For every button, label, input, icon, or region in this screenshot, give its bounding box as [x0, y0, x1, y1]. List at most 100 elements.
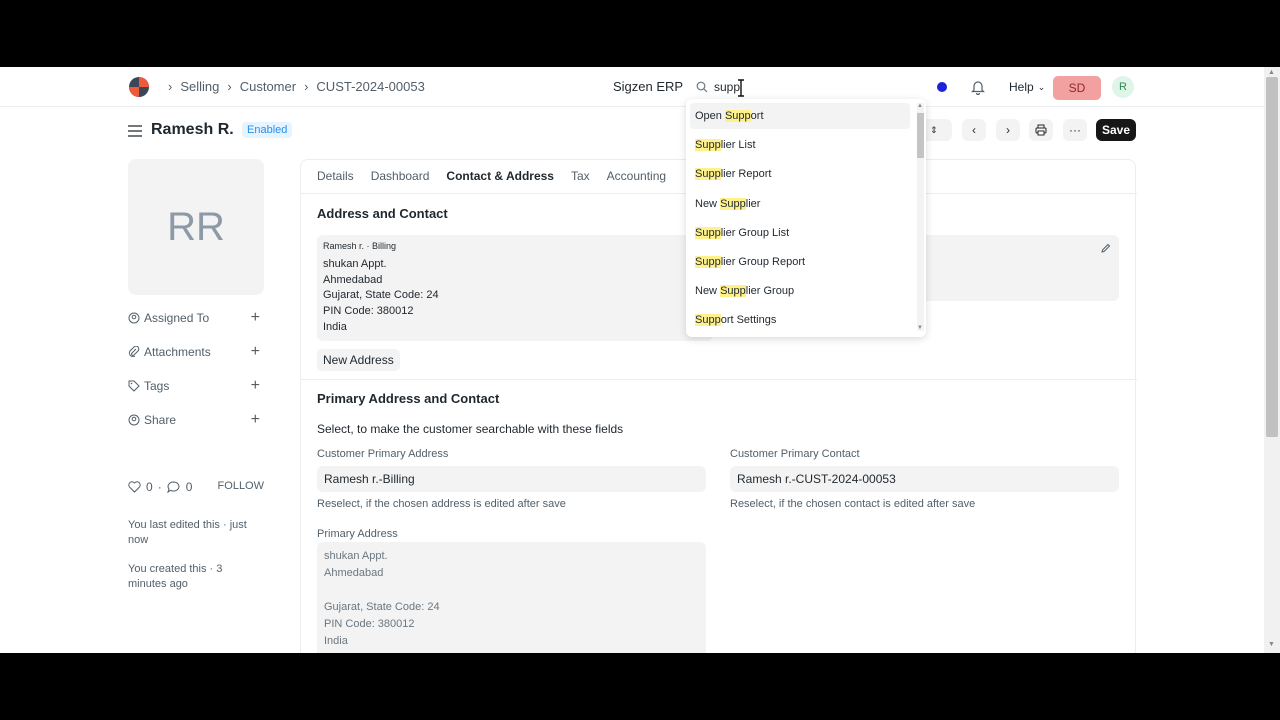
customer-primary-contact-input[interactable]: Ramesh r.-CUST-2024-00053 [730, 466, 1119, 492]
save-button[interactable]: Save [1096, 119, 1136, 141]
page-title: Ramesh R. [151, 121, 234, 138]
sidebar-tags[interactable]: Tags + [128, 369, 264, 403]
tab-dashboard[interactable]: Dashboard [371, 160, 430, 194]
tab-contact-address[interactable]: Contact & Address [446, 160, 554, 194]
assign-icon [128, 312, 140, 324]
brand-name: Sigzen ERP [613, 79, 684, 94]
scroll-up-arrow-icon[interactable]: ▲ [917, 103, 923, 109]
primary-address-textarea: shukan Appt. Ahmedabad Gujarat, State Co… [317, 542, 706, 653]
text-cursor-icon [738, 79, 744, 97]
menu-icon[interactable] [128, 125, 142, 137]
scroll-down-arrow-icon[interactable]: ▼ [1268, 641, 1275, 648]
share-icon [128, 414, 140, 426]
tab-details[interactable]: Details [317, 160, 354, 194]
section-divider [301, 379, 1137, 380]
search-result-item[interactable]: Supplier List [690, 132, 910, 158]
form-sidebar: RR Assigned To + Attachments + Tags + Sh… [128, 159, 264, 590]
help-dropdown[interactable]: Help ⌄ [1009, 80, 1045, 94]
print-button[interactable] [1029, 119, 1053, 141]
sidebar-attachments[interactable]: Attachments + [128, 335, 264, 369]
field-help: Reselect, if the chosen contact is edite… [730, 498, 976, 510]
chevron-right-icon: › [304, 79, 309, 94]
app-logo-icon[interactable] [128, 76, 150, 98]
tag-icon [128, 380, 140, 392]
plus-icon[interactable]: + [251, 411, 260, 429]
follow-button[interactable]: FOLLOW [218, 480, 264, 492]
tab-tax[interactable]: Tax [571, 160, 590, 194]
search-result-item[interactable]: New Supplier Group [690, 278, 910, 304]
comment-icon[interactable] [166, 481, 180, 493]
search-result-item[interactable]: New Supplier [690, 191, 910, 217]
new-address-button[interactable]: New Address [317, 349, 400, 371]
plus-icon[interactable]: + [251, 309, 260, 327]
created-text: You created this · 3 minutes ago [128, 563, 223, 590]
address-line: PIN Code: 380012 [323, 305, 414, 318]
search-icon [696, 81, 708, 93]
tab-accounting[interactable]: Accounting [607, 160, 666, 194]
company-badge[interactable]: SD [1053, 76, 1101, 100]
chevron-right-icon: › [1006, 123, 1010, 137]
page-header: Ramesh R. Enabled s ⇕ ‹ › ··· Save [128, 119, 1138, 149]
field-label: Primary Address [317, 528, 398, 540]
customer-primary-address-input[interactable]: Ramesh r.-Billing [317, 466, 706, 492]
search-result-item[interactable]: Supplier Report [690, 161, 910, 187]
field-label: Customer Primary Contact [730, 448, 860, 460]
previous-button[interactable]: ‹ [962, 119, 986, 141]
bell-icon[interactable] [971, 79, 985, 95]
form-tabs: Details Dashboard Contact & Address Tax … [317, 160, 683, 194]
address-line: Ahmedabad [323, 273, 383, 286]
search-result-item[interactable]: Open Support [690, 103, 910, 129]
section-description: Select, to make the customer searchable … [317, 422, 624, 436]
comments-count: 0 [185, 480, 193, 494]
last-edited-text: You last edited this · just now [128, 519, 247, 546]
ellipsis-icon: ··· [1069, 123, 1081, 137]
sidebar-item-label: Attachments [144, 345, 211, 359]
sidebar-item-label: Assigned To [144, 311, 210, 325]
paperclip-icon [128, 346, 140, 358]
user-avatar[interactable]: R [1112, 76, 1134, 98]
page-scrollbar[interactable]: ▲ ▼ [1264, 67, 1280, 653]
text-line: PIN Code: 380012 [324, 618, 415, 630]
sidebar-share[interactable]: Share + [128, 403, 264, 437]
address-line: Gujarat, State Code: 24 [323, 289, 439, 302]
plus-icon[interactable]: + [251, 377, 260, 395]
social-bar: 0 · 0 FOLLOW [128, 480, 264, 494]
likes-count: 0 [146, 480, 153, 494]
search-result-item[interactable]: Support Settings [690, 307, 910, 333]
sidebar-assigned-to[interactable]: Assigned To + [128, 301, 264, 335]
plus-icon[interactable]: + [251, 343, 260, 361]
search-result-item[interactable]: Supplier Group Report [690, 249, 910, 275]
sort-icon: ⇕ [930, 124, 938, 135]
text-line: shukan Appt. [324, 550, 388, 562]
edit-icon[interactable] [1101, 243, 1111, 253]
section-title-address: Address and Contact [317, 206, 448, 221]
address-line: shukan Appt. [323, 258, 387, 270]
customer-avatar[interactable]: RR [128, 159, 264, 295]
sidebar-item-label: Share [144, 413, 177, 427]
heart-icon[interactable] [128, 481, 141, 493]
awesomebar-search[interactable] [686, 75, 926, 99]
next-button[interactable]: › [996, 119, 1020, 141]
scrollbar-thumb[interactable] [917, 113, 924, 158]
navbar: › Selling › Customer › CUST-2024-00053 S… [0, 67, 1264, 107]
address-card-title: Ramesh r. · Billing [323, 241, 397, 251]
search-result-item[interactable]: Supplier Group List [690, 220, 910, 246]
breadcrumb-customer[interactable]: Customer [240, 79, 296, 94]
contact-card [921, 235, 1119, 301]
sidebar-item-label: Tags [144, 379, 170, 393]
chevron-left-icon: ‹ [972, 123, 976, 137]
text-line: Ahmedabad [324, 567, 384, 579]
scroll-up-arrow-icon[interactable]: ▲ [1268, 69, 1275, 76]
scrollbar-thumb[interactable] [1266, 77, 1278, 437]
scroll-down-arrow-icon[interactable]: ▼ [917, 325, 923, 331]
text-line: Gujarat, State Code: 24 [324, 601, 440, 613]
field-label: Customer Primary Address [317, 448, 449, 460]
dropdown-scrollbar[interactable]: ▲ ▼ [917, 103, 924, 331]
text-line [324, 582, 699, 599]
breadcrumb-selling[interactable]: Selling [180, 79, 219, 94]
more-actions-button[interactable]: ··· [1063, 119, 1087, 141]
address-card: Ramesh r. · Billing shukan Appt. Ahmedab… [317, 235, 713, 341]
chevron-right-icon: › [227, 79, 232, 94]
field-help: Reselect, if the chosen address is edite… [317, 498, 566, 510]
breadcrumb-current[interactable]: CUST-2024-00053 [316, 79, 424, 94]
